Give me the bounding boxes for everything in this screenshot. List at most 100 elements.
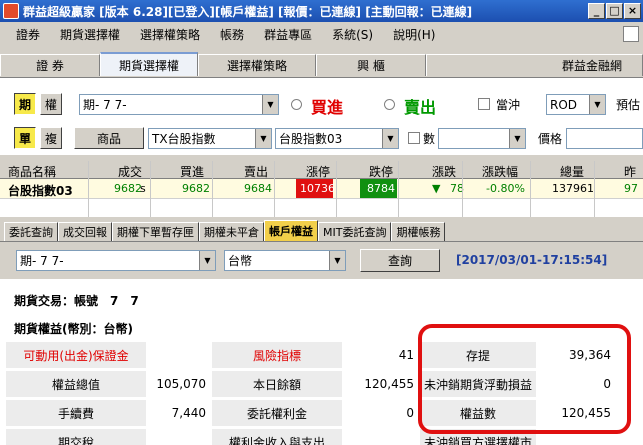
price-label: 價格 — [538, 132, 563, 146]
equity-title: 期貨權益(幣別：台幣) — [14, 322, 133, 336]
maximize-button[interactable]: □ — [606, 3, 623, 19]
account-toolbar: 期- 7 7- ▼ 台幣 ▼ 查詢 [2017/03/01-17:15:54] — [0, 241, 643, 279]
contract-value: 台股指數03 — [279, 132, 343, 146]
multi-button[interactable]: 複 — [40, 127, 62, 149]
buy-radio[interactable] — [291, 99, 302, 110]
equity-value: 120,455 — [364, 377, 414, 391]
bottom-tab-strip: 委託查詢 成交回報 期權下單暫存匣 期權未平倉 帳戶權益 MIT委託查詢 期權帳… — [0, 220, 643, 241]
buy-label: 買進 — [311, 98, 344, 117]
app-icon — [3, 3, 19, 19]
preset-label: 預估 — [616, 98, 641, 112]
equity-label: 本日餘額 — [212, 371, 342, 397]
menu-option-strategy[interactable]: 選擇權策略 — [130, 26, 210, 43]
row-last: 9682 — [114, 182, 142, 195]
column-divider — [150, 161, 151, 217]
tab-futures-options[interactable]: 期貨選擇權 — [100, 52, 198, 76]
qty-input[interactable]: ▼ — [438, 128, 526, 149]
tab-option-strategy[interactable]: 選擇權策略 — [198, 54, 316, 76]
chevron-down-icon: ▼ — [199, 251, 215, 270]
tab-order-staging[interactable]: 期權下單暫存匣 — [112, 222, 199, 241]
equity-label: 委託權利金 — [212, 400, 342, 426]
header-change-pct: 漲跌幅 — [482, 165, 519, 179]
product-button[interactable]: 商品 — [74, 127, 144, 149]
equity-value: 0 — [406, 406, 414, 420]
window-title: 群益超級贏家 [版本 6.28][已登入][帳戶權益] [報價：已連線] [主動… — [23, 4, 473, 19]
account-select[interactable]: 期- 7 7- ▼ — [79, 94, 279, 115]
header-bid: 買進 — [180, 165, 205, 179]
header-ask: 賣出 — [244, 165, 269, 179]
system-icon[interactable] — [623, 26, 639, 42]
quote-empty-row — [0, 199, 643, 217]
sell-radio[interactable] — [384, 99, 395, 110]
header-change: 漲跌 — [432, 165, 457, 179]
chevron-down-icon: ▼ — [329, 251, 345, 270]
rod-select[interactable]: ROD ▼ — [546, 94, 606, 115]
account-value: 期- 7 7- — [83, 98, 127, 112]
quote-grid: 商品名稱 成交 買進 賣出 漲停 跌停 漲跌 漲跌幅 總量 昨 台股指數03 9… — [0, 161, 643, 217]
row-prev: 97 — [624, 182, 638, 195]
equity-account-select[interactable]: 期- 7 7- ▼ — [16, 250, 216, 271]
price-input[interactable] — [566, 128, 643, 149]
column-divider — [462, 161, 463, 217]
currency-value: 台幣 — [228, 254, 253, 268]
close-button[interactable]: × — [624, 3, 641, 19]
equity-value: 7,440 — [171, 406, 206, 420]
futures-trade-label: 期貨交易：帳號 7 7 — [14, 294, 139, 308]
header-limit-up: 漲停 — [306, 165, 331, 179]
daytrade-checkbox[interactable] — [478, 98, 490, 110]
equity-value — [146, 342, 212, 368]
tab-label: 選擇權策略 — [226, 59, 287, 73]
futures-button[interactable]: 期 — [14, 93, 36, 115]
title-bar: 群益超級贏家 [版本 6.28][已登入][帳戶權益] [報價：已連線] [主動… — [0, 0, 643, 22]
equity-label: 權益總值 — [6, 371, 146, 397]
quote-header: 商品名稱 成交 買進 賣出 漲停 跌停 漲跌 漲跌幅 總量 昨 — [0, 161, 643, 179]
tab-account-ledger[interactable]: 期權帳務 — [391, 222, 446, 241]
header-name: 商品名稱 — [8, 165, 57, 179]
equity-label: 風險指標 — [212, 342, 342, 368]
tab-account-equity[interactable]: 帳戶權益 — [264, 220, 318, 241]
equity-label: 可動用(出金)保證金 — [6, 342, 146, 368]
menu-securities[interactable]: 證券 — [0, 26, 50, 43]
tab-order-query[interactable]: 委託查詢 — [4, 222, 58, 241]
column-divider — [88, 161, 89, 217]
equity-label: 權利金收入與支出 — [212, 429, 342, 445]
chevron-down-icon: ▼ — [262, 95, 278, 114]
product-select[interactable]: TX台股指數 ▼ — [148, 128, 272, 149]
tab-label: 期貨選擇權 — [118, 58, 179, 73]
column-divider — [530, 161, 531, 217]
row-limit-up: 10736 — [296, 179, 335, 198]
minimize-button[interactable]: _ — [588, 3, 605, 19]
header-volume: 總量 — [560, 165, 585, 179]
highlight-annotation — [418, 324, 631, 434]
menu-accounting[interactable]: 帳務 — [210, 26, 254, 43]
column-divider — [398, 161, 399, 217]
row-volume: 137961 — [552, 182, 594, 195]
menu-system[interactable]: 系統(S) — [322, 26, 383, 43]
column-divider — [594, 161, 595, 217]
tab-capital-finance-net[interactable]: 群益金融網 — [426, 54, 643, 76]
tab-emerging[interactable]: 興 櫃 — [316, 54, 426, 76]
menu-futures-options[interactable]: 期貨選擇權 — [50, 26, 130, 43]
quote-row[interactable]: 台股指數03 9682 s 9682 9684 10736 8784 ▼ 78 … — [0, 179, 643, 199]
qty-checkbox[interactable] — [408, 132, 420, 144]
row-ask: 9684 — [244, 182, 272, 195]
menu-bar: 證券 期貨選擇權 選擇權策略 帳務 群益專區 系統(S) 說明(H) — [0, 22, 643, 46]
contract-select[interactable]: 台股指數03 ▼ — [275, 128, 399, 149]
tab-mit-query[interactable]: MIT委託查詢 — [318, 222, 392, 241]
top-tab-strip: 證 券 期貨選擇權 選擇權策略 興 櫃 群益金融網 — [0, 52, 643, 76]
tab-securities[interactable]: 證 券 — [0, 54, 100, 76]
row-bid: 9682 — [182, 182, 210, 195]
query-button[interactable]: 查詢 — [360, 249, 440, 272]
order-panel: 期 權 期- 7 7- ▼ 買進 賣出 當沖 ROD ▼ 預估 單 複 商品 T… — [0, 77, 643, 155]
menu-help[interactable]: 說明(H) — [383, 26, 445, 43]
options-button[interactable]: 權 — [40, 93, 62, 115]
single-button[interactable]: 單 — [14, 127, 36, 149]
tab-fill-report[interactable]: 成交回報 — [58, 222, 112, 241]
menu-capital-zone[interactable]: 群益專區 — [254, 26, 322, 43]
currency-select[interactable]: 台幣 ▼ — [224, 250, 346, 271]
row-change-pct: -0.80% — [486, 182, 525, 195]
header-prev: 昨 — [624, 165, 637, 179]
tab-open-positions[interactable]: 期權未平倉 — [199, 222, 264, 241]
product-value: TX台股指數 — [152, 132, 216, 146]
column-divider — [336, 161, 337, 217]
